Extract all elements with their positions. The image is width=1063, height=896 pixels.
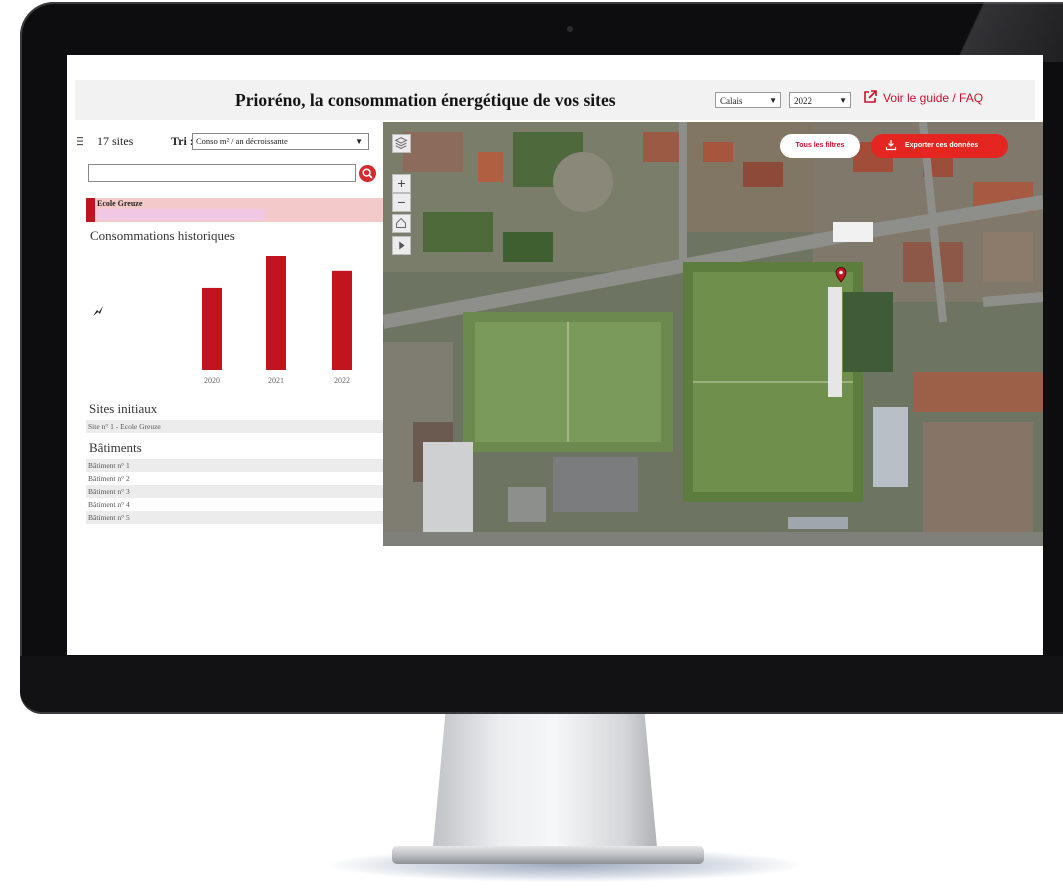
search-input[interactable]	[88, 164, 356, 182]
year-select-value: 2022	[794, 96, 812, 106]
monitor-chin	[20, 656, 1063, 712]
play-icon	[399, 241, 405, 250]
sort-label: Tri :	[171, 134, 194, 148]
building-row[interactable]: Bâtiment n° 4	[86, 498, 383, 511]
building-row[interactable]: Bâtiment n° 2	[86, 472, 383, 485]
play-button[interactable]	[392, 236, 411, 255]
site-rank-marker	[86, 198, 95, 222]
search-button[interactable]	[359, 165, 376, 182]
history-bar-2022	[332, 270, 352, 370]
city-select-value: Calais	[720, 96, 743, 106]
history-tick-label: 2020	[204, 376, 220, 385]
sort-select[interactable]: Conso m² / an décroissante ▼	[192, 133, 369, 150]
site-consumption-bar	[97, 209, 265, 220]
building-row[interactable]: Bâtiment n° 3	[86, 485, 383, 498]
initial-site-row[interactable]: Site n° 1 - Ecole Greuze	[86, 420, 383, 433]
bezel-reflection	[900, 2, 1063, 62]
history-tick-label: 2021	[268, 376, 284, 385]
app-screen: Prioréno, la consommation énergétique de…	[67, 55, 1043, 655]
layers-button[interactable]	[392, 134, 411, 153]
building-row[interactable]: Bâtiment n° 1	[86, 459, 383, 472]
zoom-in-button[interactable]: +	[392, 174, 411, 193]
external-link-icon[interactable]	[863, 90, 877, 104]
chevron-down-icon: ▼	[769, 96, 777, 105]
map-imagery	[383, 122, 1043, 546]
home-button[interactable]	[392, 214, 411, 233]
site-list-item[interactable]: Ecole Greuze	[86, 198, 383, 222]
monitor-stand-base	[392, 846, 704, 864]
history-tick-label: 2022	[334, 376, 350, 385]
building-row[interactable]: Bâtiment n° 5	[86, 511, 383, 524]
app-header: Prioréno, la consommation énergétique de…	[75, 80, 1035, 120]
site-count: 17 sites	[97, 134, 134, 148]
history-bar-2020	[202, 287, 222, 370]
satellite-map[interactable]: + − Tous les filtres Exporter ces donnée…	[383, 122, 1043, 546]
layers-icon	[394, 137, 408, 149]
buildings-title: Bâtiments	[89, 440, 142, 455]
initial-sites-title: Sites initiaux	[89, 401, 158, 416]
year-select[interactable]: 2022 ▼	[789, 92, 851, 108]
chevron-down-icon: ▼	[839, 96, 847, 105]
page-title: Prioréno, la consommation énergétique de…	[235, 90, 616, 110]
zoom-out-button[interactable]: −	[392, 193, 411, 212]
city-select[interactable]: Calais ▼	[715, 92, 781, 108]
search-icon	[362, 168, 373, 179]
history-bar-2021	[266, 256, 286, 370]
chevron-down-icon: ▼	[355, 137, 363, 146]
sort-select-value: Conso m² / an décroissante	[196, 136, 288, 146]
sites-panel: 17 sites Tri : Conso m² / an décroissant…	[75, 122, 383, 554]
camera-dot	[567, 26, 573, 32]
export-data-button[interactable]: Exporter ces données	[871, 134, 1008, 158]
home-icon	[396, 217, 407, 229]
site-name: Ecole Greuze	[97, 199, 143, 208]
history-bar-chart: 2020 2021 2022	[202, 256, 352, 385]
guide-faq-link[interactable]: Voir le guide / FAQ	[883, 91, 983, 105]
location-pin-icon[interactable]	[835, 267, 847, 283]
all-filters-button[interactable]: Tous les filtres	[780, 134, 860, 158]
export-data-label: Exporter ces données	[905, 142, 979, 149]
menu-icon[interactable]	[77, 136, 83, 146]
monitor-stand	[432, 712, 658, 858]
download-icon	[885, 140, 897, 151]
